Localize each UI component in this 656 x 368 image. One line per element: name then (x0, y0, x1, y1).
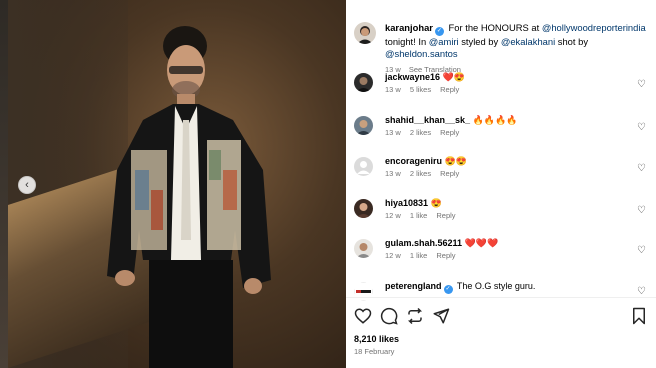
verified-icon: ✓ (443, 285, 453, 294)
actions-divider (346, 297, 656, 298)
mention-link[interactable]: @amiri (429, 36, 459, 47)
comment-text: 😍 (430, 198, 442, 208)
comment-text: The O.G style guru. (456, 281, 536, 291)
comment-text: ❤️❤️❤️ (464, 238, 499, 248)
mention-link[interactable]: @ekalakhani (501, 36, 555, 47)
verified-icon: ✓ (434, 27, 444, 36)
commenter-avatar[interactable] (354, 157, 373, 176)
like-comment-heart-icon[interactable]: ♡ (637, 163, 646, 174)
commenter-username[interactable]: gulam.shah.56211 (385, 238, 462, 248)
comment-text: ❤️😍 (442, 72, 465, 82)
caption-segment: For the HONOURS at (448, 22, 542, 33)
comment-likes[interactable]: 2 likes (410, 128, 431, 137)
comment-age: 12 w (385, 251, 401, 260)
post-actions (354, 307, 648, 325)
person-figure (107, 26, 271, 368)
caption-segment: styled by (458, 36, 501, 47)
commenter-username[interactable]: shahid__khan__sk_ (385, 115, 470, 125)
likes-count[interactable]: 8,210 likes (354, 334, 399, 344)
commenter-avatar[interactable] (354, 282, 373, 301)
comment-likes[interactable]: 2 likes (410, 169, 431, 178)
comment-item: encorageniru 😍😍 13 w 2 likes Reply ♡ (354, 155, 654, 180)
comment-likes[interactable]: 1 like (410, 251, 428, 260)
bookmark-icon[interactable] (630, 307, 648, 325)
chevron-left-icon: ‹ (25, 179, 29, 191)
reply-button[interactable]: Reply (440, 169, 459, 178)
commenter-avatar[interactable] (354, 73, 373, 92)
comment-text: 😍😍 (444, 156, 467, 166)
commenter-avatar[interactable] (354, 116, 373, 135)
comment-age: 13 w (385, 85, 401, 94)
author-avatar[interactable] (354, 22, 376, 44)
comment-age: 13 w (385, 169, 401, 178)
comment-age: 12 w (385, 211, 401, 220)
commenter-avatar[interactable] (354, 239, 373, 258)
post-date: 18 February (354, 347, 395, 356)
reply-button[interactable]: Reply (436, 251, 455, 260)
like-comment-heart-icon[interactable]: ♡ (637, 79, 646, 90)
like-comment-heart-icon[interactable]: ♡ (637, 205, 646, 216)
reply-button[interactable]: Reply (440, 85, 459, 94)
post-panel: karanjohar ✓ For the HONOURS at @hollywoo… (346, 0, 656, 368)
commenter-avatar[interactable] (354, 199, 373, 218)
comment-item: jackwayne16 ❤️😍 13 w 5 likes Reply ♡ (354, 71, 654, 96)
comment-item: hiya10831 😍 12 w 1 like Reply ♡ (354, 197, 654, 222)
caption-text: karanjohar ✓ For the HONOURS at @hollywoo… (385, 22, 654, 76)
like-comment-heart-icon[interactable]: ♡ (637, 245, 646, 256)
commenter-username[interactable]: jackwayne16 (385, 72, 440, 82)
comment-item: shahid__khan__sk_ 🔥🔥🔥🔥 13 w2 likes Reply … (354, 114, 654, 139)
comment-likes[interactable]: 1 like (410, 211, 428, 220)
comment-icon[interactable] (380, 307, 398, 325)
like-comment-heart-icon[interactable]: ♡ (637, 286, 646, 297)
heart-icon[interactable] (354, 307, 372, 325)
reply-button[interactable]: Reply (440, 128, 459, 137)
post-photo[interactable]: ‹ (8, 0, 346, 368)
commenter-username[interactable]: encorageniru (385, 156, 442, 166)
reply-button[interactable]: Reply (436, 211, 455, 220)
caption-segment: shot by (555, 36, 589, 47)
comment-likes[interactable]: 5 likes (410, 85, 431, 94)
like-comment-heart-icon[interactable]: ♡ (637, 122, 646, 133)
mention-link[interactable]: @hollywoodreporterindia (542, 22, 646, 33)
left-gutter (0, 0, 8, 368)
comment-item: gulam.shah.56211 ❤️❤️❤️ 12 w1 like Reply … (354, 237, 654, 262)
author-username[interactable]: karanjohar (385, 22, 433, 33)
comment-text: 🔥🔥🔥🔥 (472, 115, 518, 125)
commenter-username[interactable]: hiya10831 (385, 198, 428, 208)
caption-segment: tonight! In (385, 36, 429, 47)
share-icon[interactable] (432, 307, 450, 325)
repost-icon[interactable] (406, 307, 424, 325)
mention-link[interactable]: @sheldon.santos (385, 48, 458, 59)
commenter-username[interactable]: peterengland (385, 281, 442, 291)
carousel-prev-button[interactable]: ‹ (18, 176, 36, 194)
post-caption: karanjohar ✓ For the HONOURS at @hollywoo… (354, 22, 654, 76)
comment-age: 13 w (385, 128, 401, 137)
